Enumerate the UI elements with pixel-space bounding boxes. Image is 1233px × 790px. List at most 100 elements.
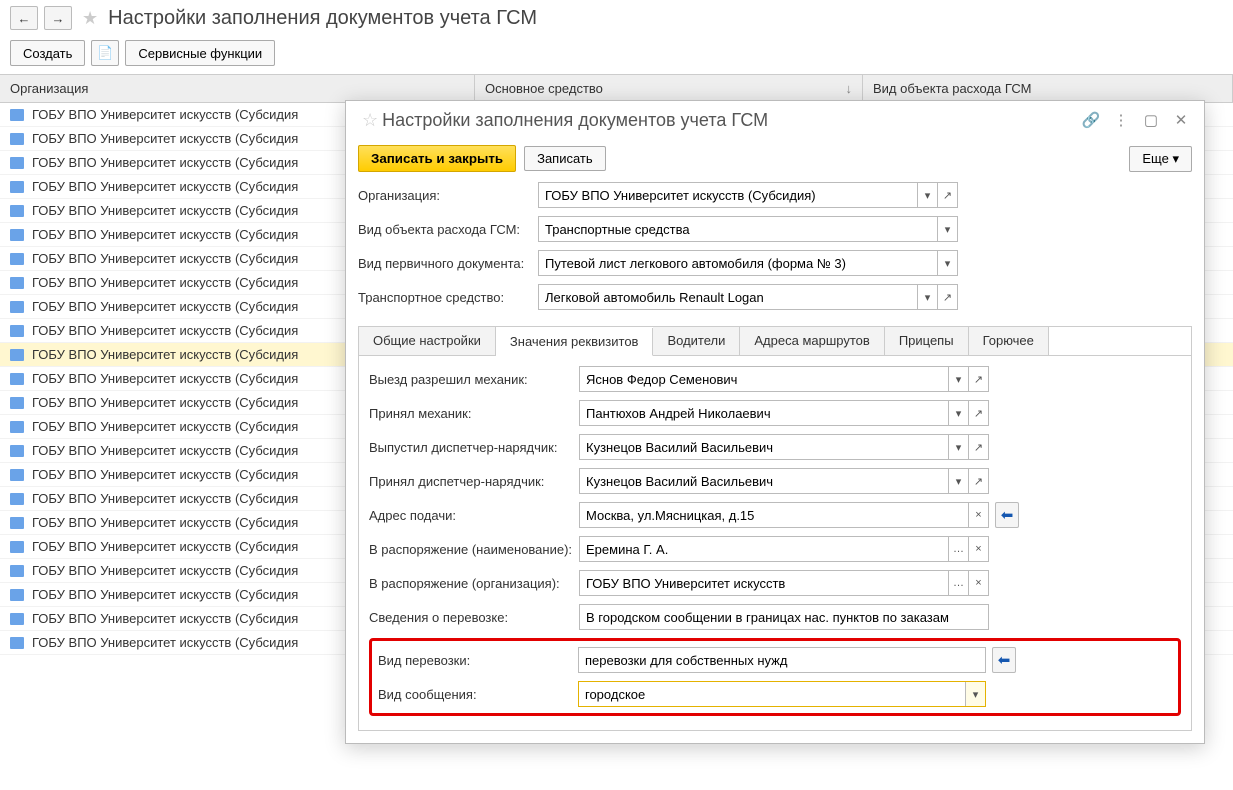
tab-5[interactable]: Горючее: [969, 327, 1049, 355]
record-icon: [10, 469, 24, 481]
type-input[interactable]: [539, 217, 937, 241]
depart-label: Выезд разрешил механик:: [369, 372, 579, 387]
depart-dropdown-button[interactable]: ▾: [948, 367, 968, 391]
row-org-cell: ГОБУ ВПО Университет искусств (Субсидия: [32, 131, 298, 146]
org-open-button[interactable]: ↗: [937, 183, 957, 207]
tab-1[interactable]: Значения реквизитов: [496, 328, 654, 356]
accept-open-button[interactable]: ↗: [968, 469, 988, 493]
message-type-label: Вид сообщения:: [378, 687, 578, 702]
record-icon: [10, 301, 24, 313]
save-button[interactable]: Записать: [524, 146, 606, 171]
record-icon: [10, 205, 24, 217]
type-dropdown-button[interactable]: ▾: [937, 217, 957, 241]
doc-input[interactable]: [539, 251, 937, 275]
close-icon[interactable]: ✕: [1170, 109, 1192, 131]
transport-info-label: Сведения о перевозке:: [369, 610, 579, 625]
tab-2[interactable]: Водители: [653, 327, 740, 355]
receive-open-button[interactable]: ↗: [968, 401, 988, 425]
copy-icon: 📄: [97, 45, 113, 61]
vehicle-dropdown-button[interactable]: ▾: [917, 285, 937, 309]
disposal-org-label: В распоряжение (организация):: [369, 576, 579, 591]
dialog-favorite-star-icon[interactable]: ☆: [362, 110, 378, 131]
record-icon: [10, 133, 24, 145]
maximize-icon[interactable]: ▢: [1140, 109, 1162, 131]
disposal-name-input[interactable]: [580, 537, 948, 561]
arrow-left-icon: ⬅: [1001, 506, 1014, 524]
record-icon: [10, 229, 24, 241]
message-type-input[interactable]: [579, 682, 965, 706]
row-org-cell: ГОБУ ВПО Университет искусств (Субсидия: [32, 251, 298, 266]
disposal-name-clear-button[interactable]: ×: [968, 537, 988, 561]
depart-input[interactable]: [580, 367, 948, 391]
save-and-close-button[interactable]: Записать и закрыть: [358, 145, 516, 172]
copy-button[interactable]: 📄: [91, 40, 119, 66]
release-input[interactable]: [580, 435, 948, 459]
link-icon[interactable]: 🔗: [1080, 109, 1102, 131]
depart-open-button[interactable]: ↗: [968, 367, 988, 391]
tab-4[interactable]: Прицепы: [885, 327, 969, 355]
column-header-type[interactable]: Вид объекта расхода ГСМ: [863, 75, 1233, 102]
record-icon: [10, 541, 24, 553]
create-button[interactable]: Создать: [10, 40, 85, 66]
disposal-org-input[interactable]: [580, 571, 948, 595]
disposal-name-label: В распоряжение (наименование):: [369, 542, 579, 557]
row-org-cell: ГОБУ ВПО Университет искусств (Субсидия: [32, 539, 298, 554]
transport-type-input[interactable]: [579, 648, 985, 672]
more-button[interactable]: Еще ▾: [1129, 146, 1192, 172]
kebab-menu-icon[interactable]: ⋮: [1110, 109, 1132, 131]
release-dropdown-button[interactable]: ▾: [948, 435, 968, 459]
favorite-star-icon[interactable]: ★: [82, 8, 98, 29]
accept-label: Принял диспетчер-нарядчик:: [369, 474, 579, 489]
page-title: Настройки заполнения документов учета ГС…: [108, 7, 537, 30]
nav-forward-button[interactable]: →: [44, 6, 72, 30]
row-org-cell: ГОБУ ВПО Университет искусств (Субсидия: [32, 155, 298, 170]
service-functions-button[interactable]: Сервисные функции: [125, 40, 275, 66]
record-icon: [10, 253, 24, 265]
vehicle-open-button[interactable]: ↗: [937, 285, 957, 309]
type-label: Вид объекта расхода ГСМ:: [358, 222, 538, 237]
row-org-cell: ГОБУ ВПО Университет искусств (Субсидия: [32, 419, 298, 434]
vehicle-input[interactable]: [539, 285, 917, 309]
message-type-dropdown-button[interactable]: ▾: [965, 682, 985, 706]
address-label: Адрес подачи:: [369, 508, 579, 523]
transport-type-prev-button[interactable]: ⬅: [992, 647, 1016, 673]
receive-label: Принял механик:: [369, 406, 579, 421]
record-icon: [10, 181, 24, 193]
org-label: Организация:: [358, 188, 538, 203]
column-header-org[interactable]: Организация: [0, 75, 475, 102]
record-icon: [10, 277, 24, 289]
accept-input[interactable]: [580, 469, 948, 493]
disposal-org-clear-button[interactable]: ×: [968, 571, 988, 595]
org-input[interactable]: [539, 183, 917, 207]
transport-type-label: Вид перевозки:: [378, 653, 578, 668]
column-header-asset-label: Основное средство: [485, 81, 603, 96]
org-dropdown-button[interactable]: ▾: [917, 183, 937, 207]
address-prev-button[interactable]: ⬅: [995, 502, 1019, 528]
record-icon: [10, 373, 24, 385]
row-org-cell: ГОБУ ВПО Университет искусств (Субсидия: [32, 323, 298, 338]
transport-info-input[interactable]: [580, 605, 988, 629]
address-clear-button[interactable]: ×: [968, 503, 988, 527]
accept-dropdown-button[interactable]: ▾: [948, 469, 968, 493]
record-icon: [10, 397, 24, 409]
tab-3[interactable]: Адреса маршрутов: [740, 327, 884, 355]
doc-label: Вид первичного документа:: [358, 256, 538, 271]
release-open-button[interactable]: ↗: [968, 435, 988, 459]
nav-back-button[interactable]: ←: [10, 6, 38, 30]
receive-input[interactable]: [580, 401, 948, 425]
row-org-cell: ГОБУ ВПО Университет искусств (Субсидия: [32, 515, 298, 530]
doc-dropdown-button[interactable]: ▾: [937, 251, 957, 275]
address-input[interactable]: [580, 503, 968, 527]
arrow-left-icon: ⬅: [998, 651, 1011, 669]
chevron-down-icon: ▾: [1172, 151, 1179, 166]
record-icon: [10, 421, 24, 433]
row-org-cell: ГОБУ ВПО Университет искусств (Субсидия: [32, 611, 298, 626]
row-org-cell: ГОБУ ВПО Университет искусств (Субсидия: [32, 467, 298, 482]
tab-0[interactable]: Общие настройки: [359, 327, 496, 355]
column-header-asset[interactable]: Основное средство ↓: [475, 75, 863, 102]
disposal-org-ellipsis-button[interactable]: …: [948, 571, 968, 595]
disposal-name-ellipsis-button[interactable]: …: [948, 537, 968, 561]
record-icon: [10, 517, 24, 529]
row-org-cell: ГОБУ ВПО Университет искусств (Субсидия: [32, 347, 298, 362]
receive-dropdown-button[interactable]: ▾: [948, 401, 968, 425]
